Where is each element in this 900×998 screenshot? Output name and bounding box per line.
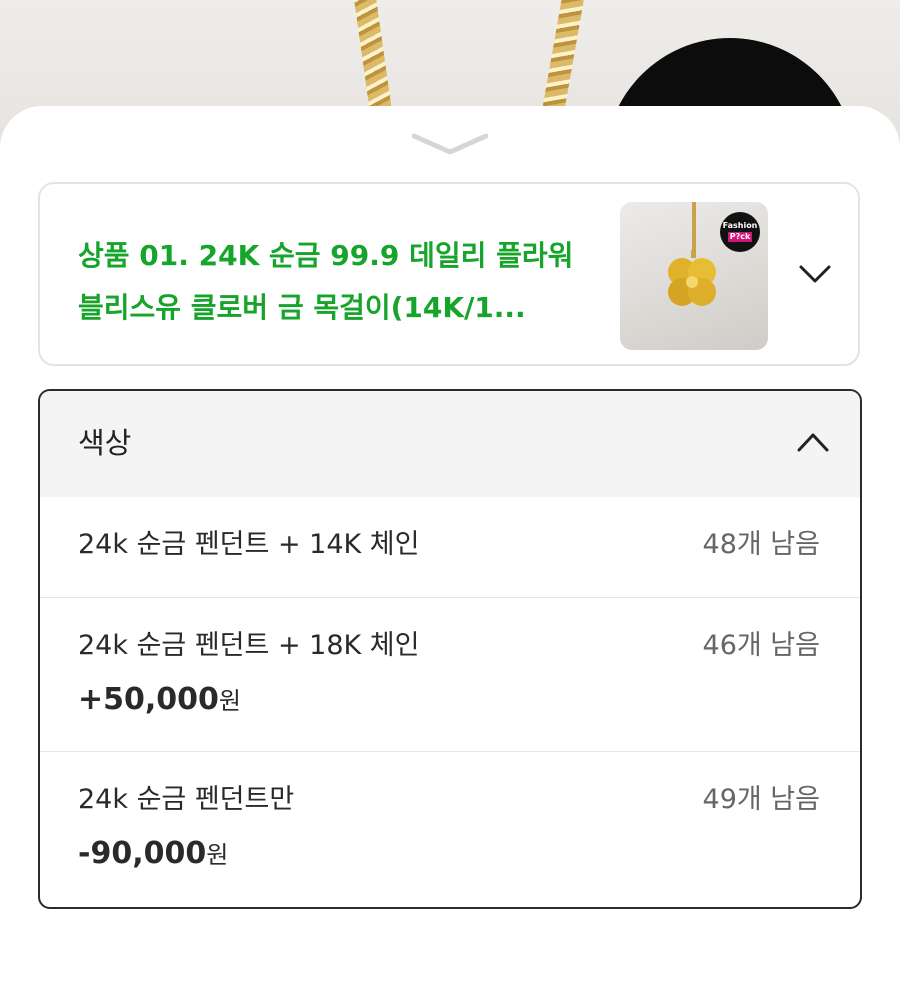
brand-badge: Fashion P?ck [720, 212, 760, 252]
option-item[interactable]: 24k 순금 펜던트 + 14K 체인 48개 남음 [40, 497, 860, 597]
option-price: -90,000원 [78, 832, 228, 880]
product-title: 상품 01. 24K 순금 99.9 데일리 플라워 블리스유 클로버 금 목걸… [78, 239, 574, 324]
option-item[interactable]: 24k 순금 펜던트 + 18K 체인 46개 남음 +50,000원 [40, 598, 860, 751]
necklace-chain-image [353, 0, 393, 121]
option-price-amount: +50,000 [78, 682, 219, 717]
option-name: 24k 순금 펜던트 + 18K 체인 [78, 630, 420, 661]
option-group-title: 색상 [78, 426, 132, 460]
option-stock: 49개 남음 [702, 784, 820, 815]
option-name: 24k 순금 펜던트 + 14K 체인 [78, 529, 420, 560]
option-price-amount: -90,000 [78, 836, 207, 871]
option-stock: 46개 남음 [702, 630, 820, 661]
chevron-down-icon[interactable] [798, 262, 832, 286]
option-price: +50,000원 [78, 678, 241, 726]
option-price-unit: 원 [218, 687, 241, 715]
chevron-down-icon [412, 133, 488, 155]
brand-badge-line1: Fashion [722, 221, 758, 230]
option-stock: 48개 남음 [702, 529, 820, 560]
sheet-close-handle[interactable] [412, 132, 488, 156]
necklace-chain-image [540, 0, 586, 121]
brand-badge-line2: P?ck [727, 232, 753, 242]
option-item[interactable]: 24k 순금 펜던트만 49개 남음 -90,000원 [40, 752, 860, 907]
option-group-header[interactable]: 색상 [40, 391, 860, 497]
product-thumbnail: Fashion P?ck [620, 202, 768, 350]
option-name: 24k 순금 펜던트만 [78, 784, 295, 815]
clover-pendant-image [668, 250, 716, 306]
selected-product-card[interactable]: 상품 01. 24K 순금 99.9 데일리 플라워 블리스유 클로버 금 목걸… [38, 182, 860, 366]
option-price-unit: 원 [206, 841, 229, 869]
chevron-up-icon[interactable] [796, 431, 830, 453]
option-bottom-sheet: 상품 01. 24K 순금 99.9 데일리 플라워 블리스유 클로버 금 목걸… [0, 106, 900, 998]
color-option-list: 색상 24k 순금 펜던트 + 14K 체인 48개 남음 24k 순금 펜던트… [38, 389, 862, 909]
